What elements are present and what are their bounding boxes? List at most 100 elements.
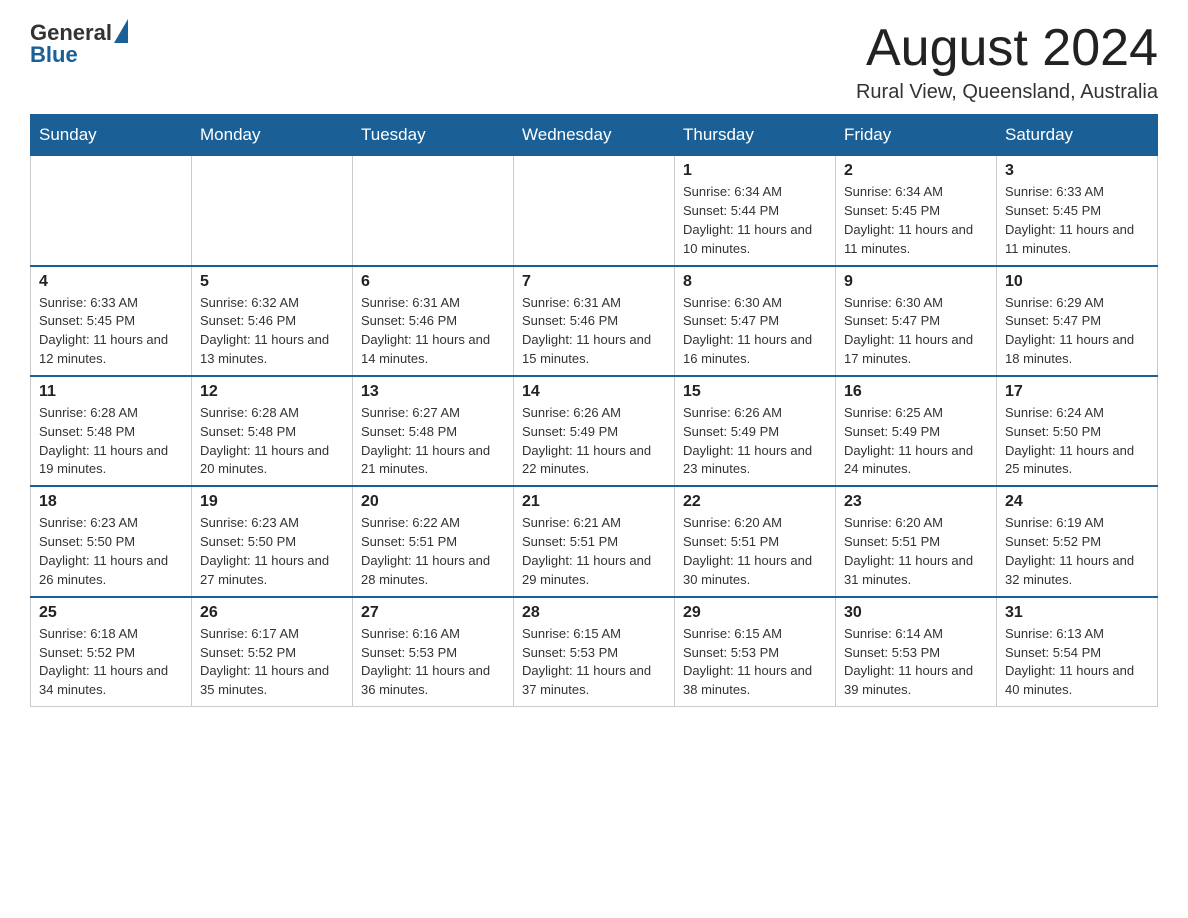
logo: General Blue [30,20,128,68]
day-info: Sunrise: 6:32 AMSunset: 5:46 PMDaylight:… [200,294,344,369]
calendar-day-cell: 28 Sunrise: 6:15 AMSunset: 5:53 PMDayligh… [514,597,675,707]
calendar-day-cell: 21 Sunrise: 6:21 AMSunset: 5:51 PMDayligh… [514,486,675,596]
calendar-day-header: Tuesday [353,115,514,156]
day-info: Sunrise: 6:22 AMSunset: 5:51 PMDaylight:… [361,514,505,589]
day-info: Sunrise: 6:27 AMSunset: 5:48 PMDaylight:… [361,404,505,479]
calendar-day-cell: 5 Sunrise: 6:32 AMSunset: 5:46 PMDaylight… [192,266,353,376]
day-number: 13 [361,383,505,401]
logo-blue-text: Blue [30,42,78,68]
day-number: 25 [39,604,183,622]
calendar-day-cell: 16Sunrise: 6:25 AMSunset: 5:49 PMDayligh… [836,376,997,486]
day-info: Sunrise: 6:34 AMSunset: 5:44 PMDaylight:… [683,183,827,258]
day-number: 12 [200,383,344,401]
day-number: 4 [39,273,183,291]
day-info: Sunrise: 6:18 AMSunset: 5:52 PMDaylight:… [39,625,183,700]
day-number: 19 [200,493,344,511]
day-info: Sunrise: 6:15 AMSunset: 5:53 PMDaylight:… [683,625,827,700]
day-number: 6 [361,273,505,291]
day-info: Sunrise: 6:26 AMSunset: 5:49 PMDaylight:… [522,404,666,479]
day-info: Sunrise: 6:14 AMSunset: 5:53 PMDaylight:… [844,625,988,700]
day-info: Sunrise: 6:21 AMSunset: 5:51 PMDaylight:… [522,514,666,589]
day-number: 22 [683,493,827,511]
calendar-day-cell: 3 Sunrise: 6:33 AMSunset: 5:45 PMDaylight… [997,156,1158,266]
day-number: 7 [522,273,666,291]
calendar-day-header: Saturday [997,115,1158,156]
calendar-day-header: Friday [836,115,997,156]
day-info: Sunrise: 6:16 AMSunset: 5:53 PMDaylight:… [361,625,505,700]
day-info: Sunrise: 6:23 AMSunset: 5:50 PMDaylight:… [200,514,344,589]
day-number: 24 [1005,493,1149,511]
calendar-day-cell: 22 Sunrise: 6:20 AMSunset: 5:51 PMDayligh… [675,486,836,596]
calendar-day-cell: 26 Sunrise: 6:17 AMSunset: 5:52 PMDayligh… [192,597,353,707]
day-number: 16 [844,383,988,401]
day-info: Sunrise: 6:24 AMSunset: 5:50 PMDaylight:… [1005,404,1149,479]
day-info: Sunrise: 6:28 AMSunset: 5:48 PMDaylight:… [39,404,183,479]
calendar-day-header: Wednesday [514,115,675,156]
day-number: 29 [683,604,827,622]
page-header: General Blue August 2024 Rural View, Que… [30,20,1158,104]
calendar-day-cell [353,156,514,266]
calendar-day-cell [31,156,192,266]
day-number: 10 [1005,273,1149,291]
calendar-week-row: 11 Sunrise: 6:28 AMSunset: 5:48 PMDayligh… [31,376,1158,486]
day-number: 14 [522,383,666,401]
calendar-day-cell: 19 Sunrise: 6:23 AMSunset: 5:50 PMDayligh… [192,486,353,596]
day-info: Sunrise: 6:23 AMSunset: 5:50 PMDaylight:… [39,514,183,589]
calendar-week-row: 4 Sunrise: 6:33 AMSunset: 5:45 PMDaylight… [31,266,1158,376]
calendar-day-cell: 1 Sunrise: 6:34 AMSunset: 5:44 PMDaylight… [675,156,836,266]
day-info: Sunrise: 6:13 AMSunset: 5:54 PMDaylight:… [1005,625,1149,700]
calendar-day-cell: 15Sunrise: 6:26 AMSunset: 5:49 PMDayligh… [675,376,836,486]
calendar-day-cell: 4 Sunrise: 6:33 AMSunset: 5:45 PMDaylight… [31,266,192,376]
calendar-day-cell: 11 Sunrise: 6:28 AMSunset: 5:48 PMDayligh… [31,376,192,486]
calendar-day-cell: 29 Sunrise: 6:15 AMSunset: 5:53 PMDayligh… [675,597,836,707]
day-number: 5 [200,273,344,291]
day-number: 11 [39,383,183,401]
calendar-day-header: Sunday [31,115,192,156]
day-number: 3 [1005,162,1149,180]
calendar-day-cell: 18 Sunrise: 6:23 AMSunset: 5:50 PMDayligh… [31,486,192,596]
calendar-day-cell: 14 Sunrise: 6:26 AMSunset: 5:49 PMDayligh… [514,376,675,486]
day-number: 27 [361,604,505,622]
day-number: 26 [200,604,344,622]
title-block: August 2024 Rural View, Queensland, Aust… [856,20,1158,104]
calendar-day-cell: 23Sunrise: 6:20 AMSunset: 5:51 PMDayligh… [836,486,997,596]
day-info: Sunrise: 6:17 AMSunset: 5:52 PMDaylight:… [200,625,344,700]
day-number: 9 [844,273,988,291]
calendar-day-cell: 7Sunrise: 6:31 AMSunset: 5:46 PMDaylight… [514,266,675,376]
day-number: 28 [522,604,666,622]
day-number: 2 [844,162,988,180]
calendar-day-header: Thursday [675,115,836,156]
calendar-day-cell: 20 Sunrise: 6:22 AMSunset: 5:51 PMDayligh… [353,486,514,596]
day-number: 18 [39,493,183,511]
day-info: Sunrise: 6:33 AMSunset: 5:45 PMDaylight:… [39,294,183,369]
day-info: Sunrise: 6:34 AMSunset: 5:45 PMDaylight:… [844,183,988,258]
calendar-day-cell: 10 Sunrise: 6:29 AMSunset: 5:47 PMDayligh… [997,266,1158,376]
day-info: Sunrise: 6:19 AMSunset: 5:52 PMDaylight:… [1005,514,1149,589]
day-info: Sunrise: 6:30 AMSunset: 5:47 PMDaylight:… [683,294,827,369]
calendar-day-cell: 30 Sunrise: 6:14 AMSunset: 5:53 PMDayligh… [836,597,997,707]
day-number: 1 [683,162,827,180]
calendar-day-cell: 2 Sunrise: 6:34 AMSunset: 5:45 PMDaylight… [836,156,997,266]
calendar-day-header: Monday [192,115,353,156]
calendar-day-cell: 27 Sunrise: 6:16 AMSunset: 5:53 PMDayligh… [353,597,514,707]
day-info: Sunrise: 6:15 AMSunset: 5:53 PMDaylight:… [522,625,666,700]
calendar-week-row: 1 Sunrise: 6:34 AMSunset: 5:44 PMDaylight… [31,156,1158,266]
calendar-day-cell: 24 Sunrise: 6:19 AMSunset: 5:52 PMDayligh… [997,486,1158,596]
day-info: Sunrise: 6:20 AMSunset: 5:51 PMDaylight:… [844,514,988,589]
calendar-day-cell: 13 Sunrise: 6:27 AMSunset: 5:48 PMDayligh… [353,376,514,486]
calendar-week-row: 18 Sunrise: 6:23 AMSunset: 5:50 PMDayligh… [31,486,1158,596]
day-number: 20 [361,493,505,511]
day-info: Sunrise: 6:29 AMSunset: 5:47 PMDaylight:… [1005,294,1149,369]
day-info: Sunrise: 6:33 AMSunset: 5:45 PMDaylight:… [1005,183,1149,258]
day-number: 30 [844,604,988,622]
subtitle: Rural View, Queensland, Australia [856,81,1158,104]
day-info: Sunrise: 6:28 AMSunset: 5:48 PMDaylight:… [200,404,344,479]
day-info: Sunrise: 6:26 AMSunset: 5:49 PMDaylight:… [683,404,827,479]
calendar-day-cell [192,156,353,266]
calendar-table: SundayMondayTuesdayWednesdayThursdayFrid… [30,114,1158,707]
calendar-week-row: 25 Sunrise: 6:18 AMSunset: 5:52 PMDayligh… [31,597,1158,707]
day-number: 21 [522,493,666,511]
day-number: 31 [1005,604,1149,622]
day-info: Sunrise: 6:20 AMSunset: 5:51 PMDaylight:… [683,514,827,589]
calendar-day-cell: 12 Sunrise: 6:28 AMSunset: 5:48 PMDayligh… [192,376,353,486]
